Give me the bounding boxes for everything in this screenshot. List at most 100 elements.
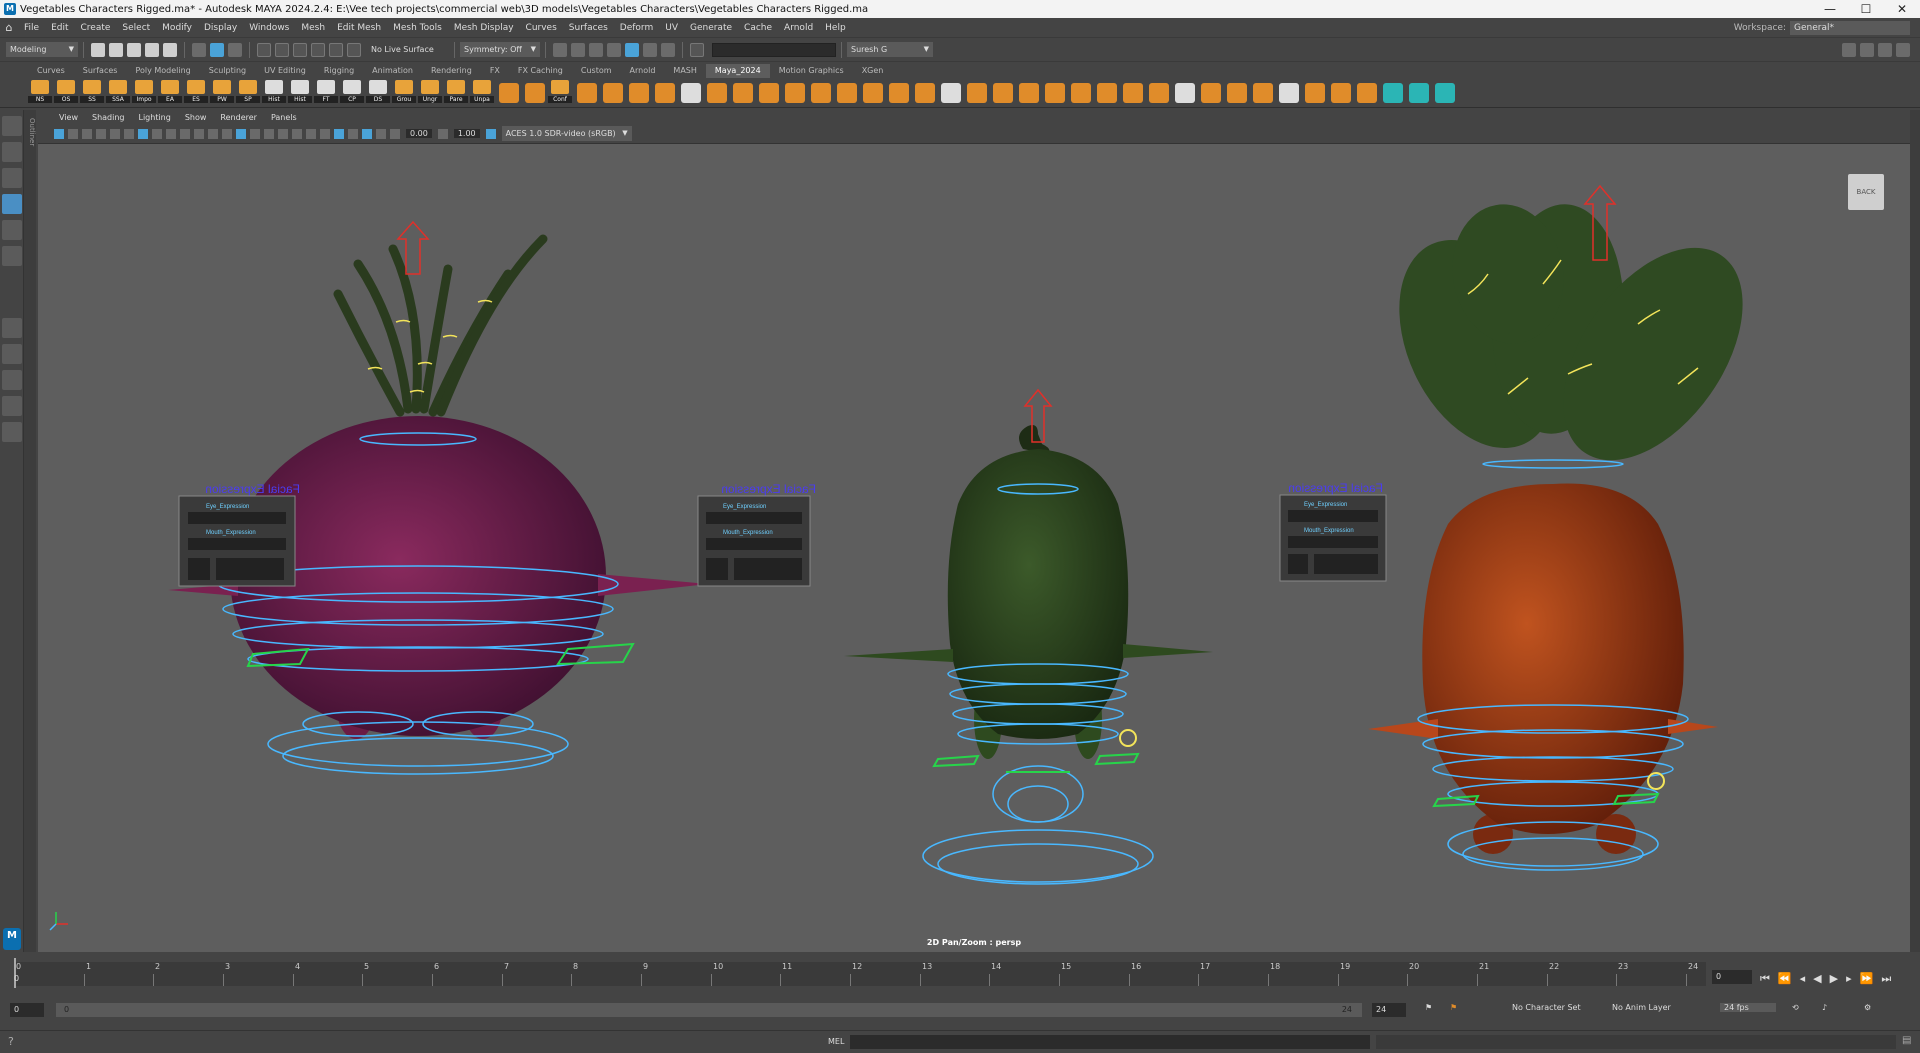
xray-icon[interactable] bbox=[348, 128, 358, 139]
layer-tool-icon[interactable] bbox=[525, 82, 545, 103]
polygon-tool-icon[interactable] bbox=[1253, 82, 1273, 103]
paint-select-icon[interactable] bbox=[2, 168, 22, 188]
step-forward-key-icon[interactable]: ⏩ bbox=[1860, 972, 1874, 986]
step-forward-frame-icon[interactable]: ▸ bbox=[1846, 972, 1852, 986]
move-tool-icon[interactable] bbox=[2, 194, 22, 214]
lasso-tool-icon[interactable] bbox=[2, 142, 22, 162]
shelf-button-ds[interactable]: DS bbox=[366, 79, 390, 106]
shelf-button-grou[interactable]: Grou bbox=[392, 79, 416, 106]
current-frame-field[interactable]: 0 bbox=[1712, 970, 1752, 984]
polygon-tool-icon[interactable] bbox=[1201, 82, 1221, 103]
facial-expression-panel-onion[interactable]: Facial Expression Eye_Expression Mouth_E… bbox=[178, 482, 300, 587]
script-editor-icon[interactable]: ▤ bbox=[1902, 1035, 1911, 1046]
polygon-tool-icon[interactable] bbox=[993, 82, 1013, 103]
resolution-gate-icon[interactable] bbox=[166, 128, 176, 139]
backface-icon[interactable] bbox=[376, 128, 386, 139]
scale-tool-icon[interactable] bbox=[2, 246, 22, 266]
uv-tool-icon[interactable] bbox=[1435, 82, 1455, 103]
modeling-toolkit-icon[interactable] bbox=[1842, 42, 1856, 57]
shelf-button-es[interactable]: ES bbox=[184, 79, 208, 106]
polygon-tool-icon[interactable] bbox=[863, 82, 883, 103]
anim-layer-dropdown[interactable]: No Anim Layer bbox=[1612, 1003, 1671, 1012]
polygon-tool-icon[interactable] bbox=[1123, 82, 1143, 103]
select-component-icon[interactable] bbox=[228, 42, 242, 57]
play-forward-icon[interactable]: ▶ bbox=[1830, 972, 1838, 986]
snap-curve-icon[interactable] bbox=[275, 42, 289, 57]
viewport-menu-panels[interactable]: Panels bbox=[264, 113, 304, 122]
smooth-shade-icon[interactable] bbox=[250, 128, 260, 139]
polygon-tool-icon[interactable] bbox=[1097, 82, 1117, 103]
polygon-tool-icon[interactable] bbox=[1279, 82, 1299, 103]
panel-toggle-icon[interactable] bbox=[690, 42, 704, 57]
wireframe-icon[interactable] bbox=[236, 128, 246, 139]
shelf-button-unpa[interactable]: Unpa bbox=[470, 79, 494, 106]
menu-mesh-display[interactable]: Mesh Display bbox=[448, 23, 520, 33]
polygon-tool-icon[interactable] bbox=[629, 82, 649, 103]
time-slider[interactable]: 0 1 2 3 4 5 6 7 8 9 10 11 12 13 14 15 16 17 18 19 20 21 22 23 24… bbox=[0, 956, 1920, 990]
select-object-icon[interactable] bbox=[210, 42, 224, 57]
paint-tool-icon[interactable] bbox=[499, 82, 519, 103]
polygon-tool-icon[interactable] bbox=[1331, 82, 1351, 103]
polygon-tool-icon[interactable] bbox=[941, 82, 961, 103]
shelf-tab-maya-2024[interactable]: Maya_2024 bbox=[705, 64, 770, 78]
select-tool-icon[interactable] bbox=[2, 116, 22, 136]
render-view-icon[interactable] bbox=[607, 42, 621, 57]
2d-pan-icon[interactable] bbox=[110, 128, 120, 139]
menu-surfaces[interactable]: Surfaces bbox=[563, 23, 614, 33]
wireframe-on-shaded-icon[interactable] bbox=[264, 128, 274, 139]
shelf-tab-custom[interactable]: Custom bbox=[572, 64, 621, 78]
step-back-key-icon[interactable]: ⏪ bbox=[1778, 972, 1792, 986]
channel-box-icon[interactable] bbox=[1896, 42, 1910, 57]
perspective-viewport[interactable]: Facial Expression Eye_Expression Mouth_E… bbox=[38, 144, 1910, 952]
undo-icon[interactable] bbox=[145, 42, 159, 57]
key-icon[interactable]: ⚑ bbox=[1425, 1003, 1432, 1012]
command-mode-label[interactable]: MEL bbox=[828, 1037, 844, 1046]
polygon-tool-icon[interactable] bbox=[785, 82, 805, 103]
render-frame-icon[interactable] bbox=[571, 42, 585, 57]
polygon-tool-icon[interactable] bbox=[915, 82, 935, 103]
four-view-icon[interactable] bbox=[2, 344, 22, 364]
loop-icon[interactable]: ⟲ bbox=[1792, 1003, 1799, 1012]
viewcube-back-button[interactable]: BACK bbox=[1848, 174, 1884, 210]
color-management-icon[interactable] bbox=[485, 128, 496, 139]
polygon-tool-icon[interactable] bbox=[577, 82, 597, 103]
carrot-character[interactable] bbox=[1368, 184, 1779, 871]
menu-create[interactable]: Create bbox=[75, 23, 117, 33]
shelf-button-ft[interactable]: FT bbox=[314, 79, 338, 106]
shelf-tab-fx-caching[interactable]: FX Caching bbox=[509, 64, 572, 78]
shelf-button-os[interactable]: OS bbox=[54, 79, 78, 106]
shelf-tab-poly-modeling[interactable]: Poly Modeling bbox=[126, 64, 199, 78]
shelf-tab-uv-editing[interactable]: UV Editing bbox=[255, 64, 315, 78]
shelf-tab-xgen[interactable]: XGen bbox=[853, 64, 893, 78]
maximize-button[interactable]: ☐ bbox=[1848, 0, 1884, 18]
tool-settings-icon[interactable] bbox=[1878, 42, 1892, 57]
gamma-field[interactable]: 1.00 bbox=[453, 129, 480, 138]
shelf-button-conf[interactable]: Conf bbox=[548, 79, 572, 106]
shelf-button-hist[interactable]: Hist bbox=[262, 79, 286, 106]
polygon-tool-icon[interactable] bbox=[733, 82, 753, 103]
facial-expression-panel-carrot[interactable]: Facial Expression Eye_Expression Mouth_E… bbox=[1279, 481, 1387, 582]
snap-point-icon[interactable] bbox=[293, 42, 307, 57]
menu-help[interactable]: Help bbox=[819, 23, 852, 33]
polygon-tool-icon[interactable] bbox=[1357, 82, 1377, 103]
menu-arnold[interactable]: Arnold bbox=[778, 23, 819, 33]
scene-end-field[interactable]: 24 bbox=[1372, 1003, 1406, 1017]
polygon-tool-icon[interactable] bbox=[1071, 82, 1091, 103]
polygon-tool-icon[interactable] bbox=[1019, 82, 1039, 103]
auto-key-icon[interactable]: ⚑ bbox=[1450, 1003, 1457, 1012]
menu-edit[interactable]: Edit bbox=[45, 23, 74, 33]
shelf-button-ss[interactable]: SS bbox=[80, 79, 104, 106]
command-input[interactable] bbox=[850, 1035, 1370, 1049]
help-icon[interactable]: ? bbox=[8, 1035, 14, 1048]
go-to-end-icon[interactable]: ⏭ bbox=[1881, 972, 1891, 986]
shelf-tab-motion-graphics[interactable]: Motion Graphics bbox=[770, 64, 853, 78]
menu-deform[interactable]: Deform bbox=[614, 23, 659, 33]
polygon-tool-icon[interactable] bbox=[1305, 82, 1325, 103]
shelf-button-ungr[interactable]: Ungr bbox=[418, 79, 442, 106]
shelf-button-pw[interactable]: PW bbox=[210, 79, 234, 106]
right-panel-collapsed[interactable] bbox=[1910, 110, 1920, 952]
menu-generate[interactable]: Generate bbox=[684, 23, 738, 33]
ipr-render-icon[interactable] bbox=[589, 42, 603, 57]
close-button[interactable]: ✕ bbox=[1884, 0, 1920, 18]
character-set-dropdown[interactable]: No Character Set bbox=[1512, 1003, 1581, 1012]
